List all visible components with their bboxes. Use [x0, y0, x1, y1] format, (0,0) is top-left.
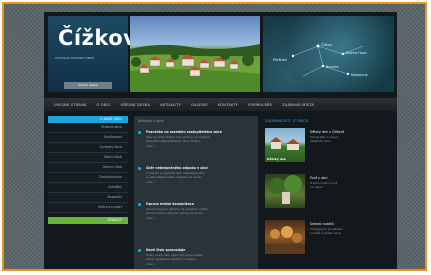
gallery-text: rodáků a přátel obce	[310, 231, 342, 235]
sidebar-heading: O NAŠÍ OBCI	[48, 116, 128, 123]
gallery-item[interactable]: Dětský den Dětský den v Čížkově Fotograf…	[265, 128, 393, 162]
gallery-thumbnail[interactable]	[265, 174, 305, 208]
gallery-item[interactable]: Setkání rodáků Fotogalerie ze setkání ro…	[265, 220, 393, 254]
sidebar-link[interactable]: Rozpočet	[48, 193, 128, 203]
sidebar-link[interactable]: Historie obce	[48, 123, 128, 133]
thumbnail-caption: Dětský den	[267, 157, 287, 161]
gallery-text: na návsi	[310, 185, 323, 189]
village-photo	[130, 16, 260, 92]
sidebar-link[interactable]: Symboly obce	[48, 143, 128, 153]
map-place-label: Blovice	[326, 65, 339, 69]
news-more-link[interactable]: více »	[146, 144, 155, 148]
news-title[interactable]: Pozvánka na zasedání zastupitelstva obce	[146, 130, 222, 134]
bullet-icon	[138, 249, 141, 252]
site-title: Čížkov	[58, 26, 138, 50]
notice-board-button[interactable]: Úřední deska	[64, 82, 112, 89]
bullet-icon	[138, 131, 141, 134]
left-sidebar: O NAŠÍ OBCI Historie obce Současnost Sym…	[48, 116, 128, 224]
screenshot-frame: Čížkov OFICIÁLNÍ STRÁNKY OBCE Úřední des…	[2, 2, 427, 271]
site-subtitle: OFICIÁLNÍ STRÁNKY OBCE	[55, 56, 94, 60]
news-text: zasedání zastupitelstva obce Čížkov.	[146, 139, 201, 143]
map-place-label: Zelená Hora	[345, 51, 367, 55]
region-map[interactable]: Čížkov Zelená Hora Přeštice Blovice Nepo…	[263, 16, 394, 92]
logo-area[interactable]: Čížkov OFICIÁLNÍ STRÁNKY OBCE Úřední des…	[48, 16, 137, 92]
map-place-label: Přeštice	[273, 58, 287, 62]
sidebar-link[interactable]: Současnost	[48, 133, 128, 143]
website: Čížkov OFICIÁLNÍ STRÁNKY OBCE Úřední des…	[44, 12, 397, 269]
gallery-title[interactable]: Pouť v obci	[310, 176, 328, 180]
main-navigation: ÚVODNÍ STRANA O OBCI ÚŘEDNÍ DESKA AKTUAL…	[44, 98, 397, 111]
news-more-link[interactable]: více »	[146, 216, 155, 220]
gallery-title[interactable]: Setkání rodáků	[310, 222, 334, 226]
news-text: komunikace z důvodu opravy povrchu.	[146, 211, 205, 215]
nav-item[interactable]: ZAJÍMAVÁ MÍSTA	[282, 103, 314, 107]
nav-item[interactable]: AKTUALITY	[160, 103, 181, 107]
bullet-icon	[138, 203, 141, 206]
nav-item[interactable]: ÚŘEDNÍ DESKA	[121, 103, 151, 107]
gallery-heading: ZAJÍMAVOSTI Z OBCE	[265, 119, 309, 123]
nav-item[interactable]: KONTAKTY	[218, 103, 238, 107]
bullet-icon	[138, 167, 141, 170]
gallery-thumbnail[interactable]	[265, 220, 305, 254]
gallery-column: ZAJÍMAVOSTI Z OBCE Dětský den Dětský den…	[263, 116, 394, 269]
news-more-link[interactable]: více »	[146, 180, 155, 184]
nav-item[interactable]: O OBCI	[97, 103, 111, 107]
gallery-item[interactable]: Pouť v obci Tradiční letní pouť na návsi	[265, 174, 393, 208]
nav-item[interactable]: FORMULÁŘE	[248, 103, 272, 107]
news-column: Aktuality z obce Pozvánka na zasedání za…	[134, 116, 258, 269]
map-place-label: Čížkov	[321, 43, 333, 47]
sidebar-link[interactable]: Obecní úřad	[48, 163, 128, 173]
sidebar-link[interactable]: Kultura a sport	[48, 203, 128, 213]
news-title[interactable]: Sběr nebezpečného odpadu v obci	[146, 166, 208, 170]
map-place-label: Nepomuk	[351, 73, 368, 77]
news-more-link[interactable]: více »	[146, 262, 155, 266]
sidebar-link[interactable]: Místní části	[48, 153, 128, 163]
news-text: které najdete ke stažení na webu.	[146, 257, 197, 261]
gallery-thumbnail[interactable]: Dětský den	[265, 128, 305, 162]
sidebar-heading: ODKAZY	[48, 217, 128, 224]
news-text: a velkoobjemového odpadu na návsi.	[146, 175, 203, 179]
sidebar-link[interactable]: Zastupitelstvo	[48, 173, 128, 183]
news-label: Aktuality z obce	[138, 119, 164, 123]
nav-item[interactable]: ÚVODNÍ STRANA	[54, 103, 87, 107]
nav-item[interactable]: GALERIE	[191, 103, 208, 107]
news-title[interactable]: Nové číslo zpravodaje	[146, 248, 185, 252]
gallery-text: dětského dne	[310, 139, 331, 143]
news-title[interactable]: Oprava místní komunikace	[146, 202, 194, 206]
gallery-title[interactable]: Dětský den v Čížkově	[310, 130, 344, 134]
sidebar-link[interactable]: Vyhlášky	[48, 183, 128, 193]
